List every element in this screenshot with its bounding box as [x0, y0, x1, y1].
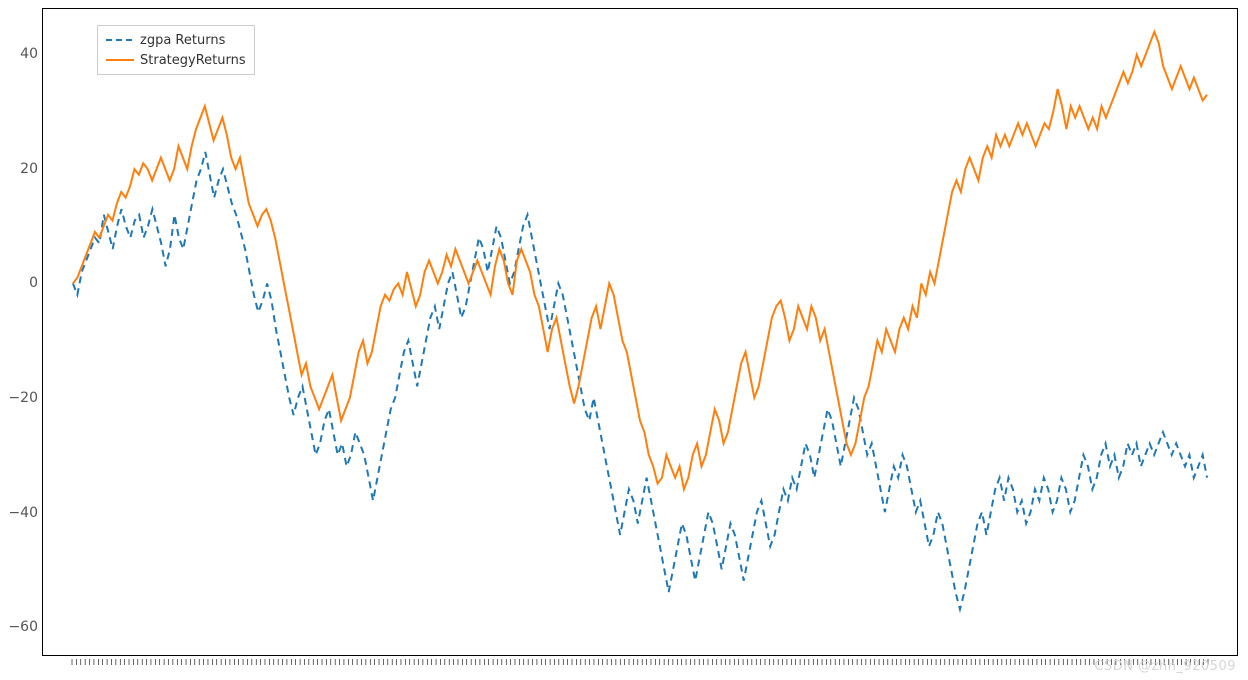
figure: 40 20 0 −20 −40 −60 zgpa Returns StrategyRetur…	[0, 0, 1248, 680]
zgpa-returns-line	[73, 152, 1207, 609]
legend-item-strategy-returns: StrategyReturns	[106, 50, 246, 70]
y-tick-label: 40	[20, 46, 38, 62]
y-tick-label: −60	[8, 619, 38, 635]
x-tick-band	[42, 656, 1238, 664]
plot-area	[43, 9, 1237, 655]
strategyreturns-line	[73, 32, 1207, 489]
legend-item-zgpa-returns: zgpa Returns	[106, 30, 246, 50]
y-tick-label: −40	[8, 505, 38, 521]
legend-label: StrategyReturns	[140, 53, 246, 68]
legend: zgpa Returns StrategyReturns	[97, 25, 255, 75]
strategy-returns-swatch	[106, 53, 134, 67]
zgpa-returns-swatch	[106, 33, 134, 47]
axes: zgpa Returns StrategyReturns	[42, 8, 1238, 656]
y-tick-label: 0	[29, 275, 38, 291]
y-tick-label: −20	[8, 390, 38, 406]
y-tick-label: 20	[20, 161, 38, 177]
legend-label: zgpa Returns	[140, 33, 225, 48]
